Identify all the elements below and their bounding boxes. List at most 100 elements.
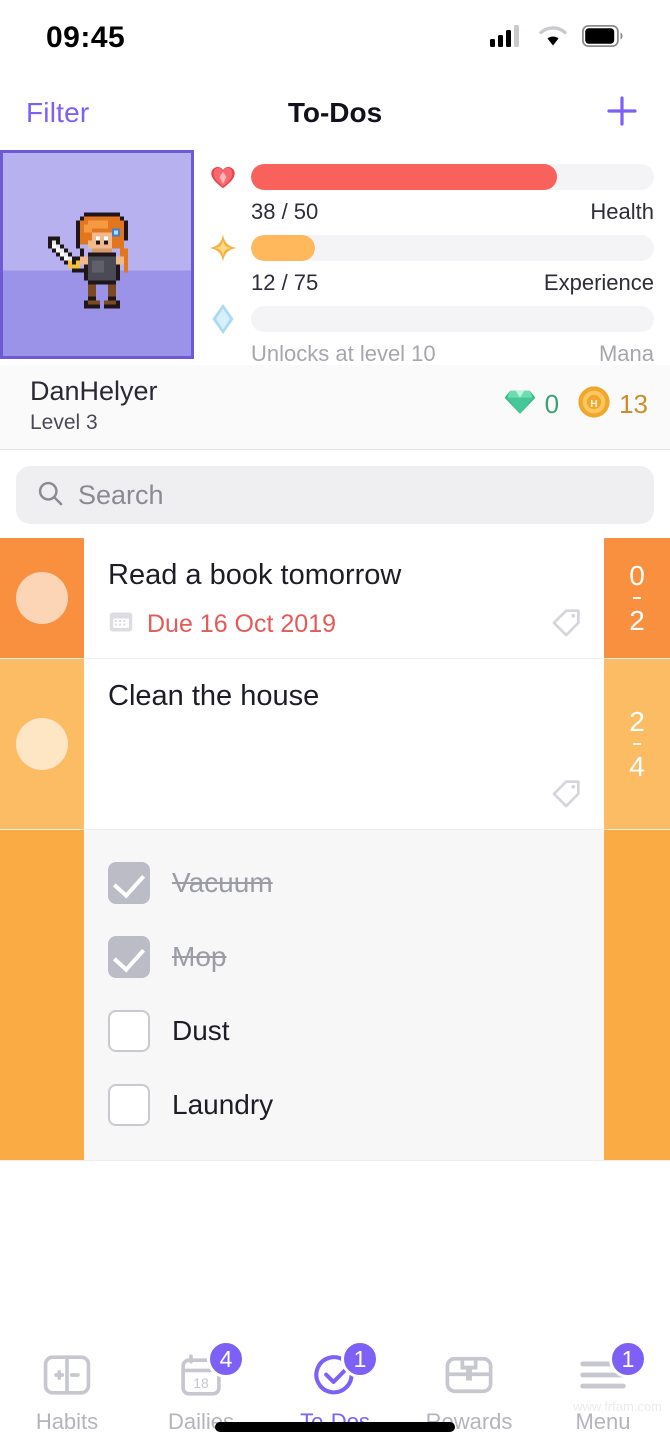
checkbox-checked[interactable] — [108, 936, 150, 979]
diamond-icon — [208, 302, 238, 336]
hamburger-menu-icon: 1 — [571, 1340, 647, 1402]
battery-icon — [581, 24, 624, 52]
task-list: Read a book tomorrow Due 16 Oct 2019 0 2… — [0, 538, 670, 1338]
user-name: DanHelyer — [30, 376, 158, 406]
task-counter-completed: 2 — [629, 705, 645, 737]
check-circle-icon: 1 — [303, 1340, 379, 1402]
health-label: Health — [590, 199, 654, 224]
task-complete-strip[interactable] — [0, 659, 84, 830]
tab-badge: 4 — [207, 1340, 245, 1378]
stat-health: 38 / 50 Health — [208, 160, 654, 225]
task-row[interactable]: Read a book tomorrow Due 16 Oct 2019 0 2 — [0, 538, 670, 660]
checkbox-unchecked[interactable] — [108, 1084, 150, 1127]
checklist-item[interactable]: Laundry — [84, 1068, 604, 1142]
task-counter-divider — [633, 597, 641, 600]
task-content[interactable]: Clean the house — [84, 659, 604, 830]
calendar-icon — [108, 609, 134, 640]
task-title: Read a book tomorrow — [108, 559, 402, 592]
task-counter: 2 4 — [604, 659, 670, 830]
experience-value: 12 / 75 — [251, 270, 319, 295]
add-task-button[interactable] — [600, 91, 644, 135]
cellular-signal-icon — [490, 24, 524, 52]
experience-bar-track — [251, 235, 654, 261]
wifi-icon — [538, 25, 568, 52]
experience-bar-fill — [251, 235, 316, 261]
heart-icon — [208, 160, 238, 194]
svg-text:18: 18 — [193, 1375, 209, 1391]
status-bar: 09:45 — [0, 0, 670, 76]
task-row[interactable]: Clean the house 2 4 — [0, 659, 670, 831]
task-meta: Due 16 Oct 2019 — [108, 605, 584, 644]
task-counter-total: 4 — [629, 751, 645, 783]
user-summary-row[interactable]: DanHelyer Level 3 0 H 13 — [0, 365, 670, 451]
treasure-chest-icon — [437, 1348, 501, 1402]
app-screen: 09:45 Filter To-Dos 38 / 50 Health 12 / … — [0, 0, 670, 1450]
task-meta — [108, 776, 584, 815]
checklist-item[interactable]: Vacuum — [84, 846, 604, 920]
mana-bar-track — [251, 306, 654, 332]
stats-panel: 38 / 50 Health 12 / 75 Experience Unlock… — [194, 150, 670, 367]
task-complete-strip[interactable] — [0, 538, 84, 659]
svg-text:H: H — [591, 399, 598, 410]
health-value: 38 / 50 — [251, 199, 319, 224]
search-icon — [36, 479, 64, 512]
task-content[interactable]: Read a book tomorrow Due 16 Oct 2019 — [84, 538, 604, 659]
watermark: www.frfam.com — [573, 1399, 662, 1414]
task-complete-circle[interactable] — [16, 718, 68, 771]
status-time: 09:45 — [46, 21, 126, 54]
mana-label: Mana — [598, 341, 654, 366]
star-icon — [208, 231, 238, 265]
tab-menu[interactable]: 1 Menu — [536, 1340, 670, 1435]
currency-group: 0 H 13 — [503, 385, 648, 424]
task-counter: 0 2 — [604, 538, 670, 659]
status-indicators — [490, 24, 624, 52]
checkbox-unchecked[interactable] — [108, 1010, 150, 1053]
checklist-left-strip — [0, 830, 84, 1161]
gold-value: 13 — [619, 388, 648, 419]
navigation-bar: Filter To-Dos — [0, 76, 670, 150]
health-bar-track — [251, 164, 654, 190]
task-complete-circle[interactable] — [16, 572, 68, 625]
checklist-item-label: Mop — [172, 941, 227, 973]
tab-habits[interactable]: Habits — [0, 1348, 134, 1435]
plus-icon — [604, 93, 640, 134]
gold-counter[interactable]: H 13 — [577, 385, 648, 424]
filter-button[interactable]: Filter — [26, 97, 89, 129]
stat-mana: Unlocks at level 10 Mana — [208, 302, 654, 367]
checklist-item-label: Laundry — [172, 1089, 274, 1121]
gold-coin-icon: H — [577, 385, 611, 424]
checklist-right-strip — [604, 830, 670, 1161]
user-identity: DanHelyer Level 3 — [30, 373, 158, 435]
tab-label: Habits — [35, 1409, 99, 1434]
search-box[interactable] — [16, 466, 654, 525]
tab-badge: 1 — [609, 1340, 647, 1378]
gems-value: 0 — [544, 388, 560, 419]
home-indicator — [215, 1422, 455, 1432]
avatar-stats-header: 38 / 50 Health 12 / 75 Experience Unlock… — [0, 150, 670, 367]
search-input[interactable] — [78, 479, 634, 511]
avatar[interactable] — [0, 150, 194, 359]
checklist-item[interactable]: Dust — [84, 994, 604, 1068]
task-counter-total: 2 — [629, 605, 645, 637]
habits-plus-minus-icon — [35, 1348, 99, 1402]
task-title: Clean the house — [108, 680, 320, 713]
task-counter-completed: 0 — [629, 559, 645, 591]
checklist-item-label: Vacuum — [172, 867, 273, 899]
search-section — [0, 450, 670, 539]
mana-value: Unlocks at level 10 — [251, 341, 436, 366]
tag-icon[interactable] — [550, 776, 584, 815]
gems-counter[interactable]: 0 — [503, 388, 559, 421]
pixel-art-warrior-avatar — [47, 211, 128, 308]
page-title: To-Dos — [287, 97, 383, 128]
checklist-item-label: Dust — [172, 1015, 230, 1047]
task-counter-divider — [633, 743, 641, 746]
task-due-date: Due 16 Oct 2019 — [147, 610, 337, 639]
tag-icon[interactable] — [550, 605, 584, 644]
calendar-18-icon: 18 4 — [169, 1340, 245, 1402]
checklist-items: Vacuum Mop Dust Laundry — [84, 830, 604, 1161]
checklist-item[interactable]: Mop — [84, 920, 604, 994]
bottom-tab-bar: Habits 18 4 Dailies 1 Rewards 1 Menu — [0, 1338, 670, 1450]
experience-label: Experience — [543, 270, 654, 295]
checkbox-checked[interactable] — [108, 862, 150, 905]
tab-badge: 1 — [341, 1340, 379, 1378]
